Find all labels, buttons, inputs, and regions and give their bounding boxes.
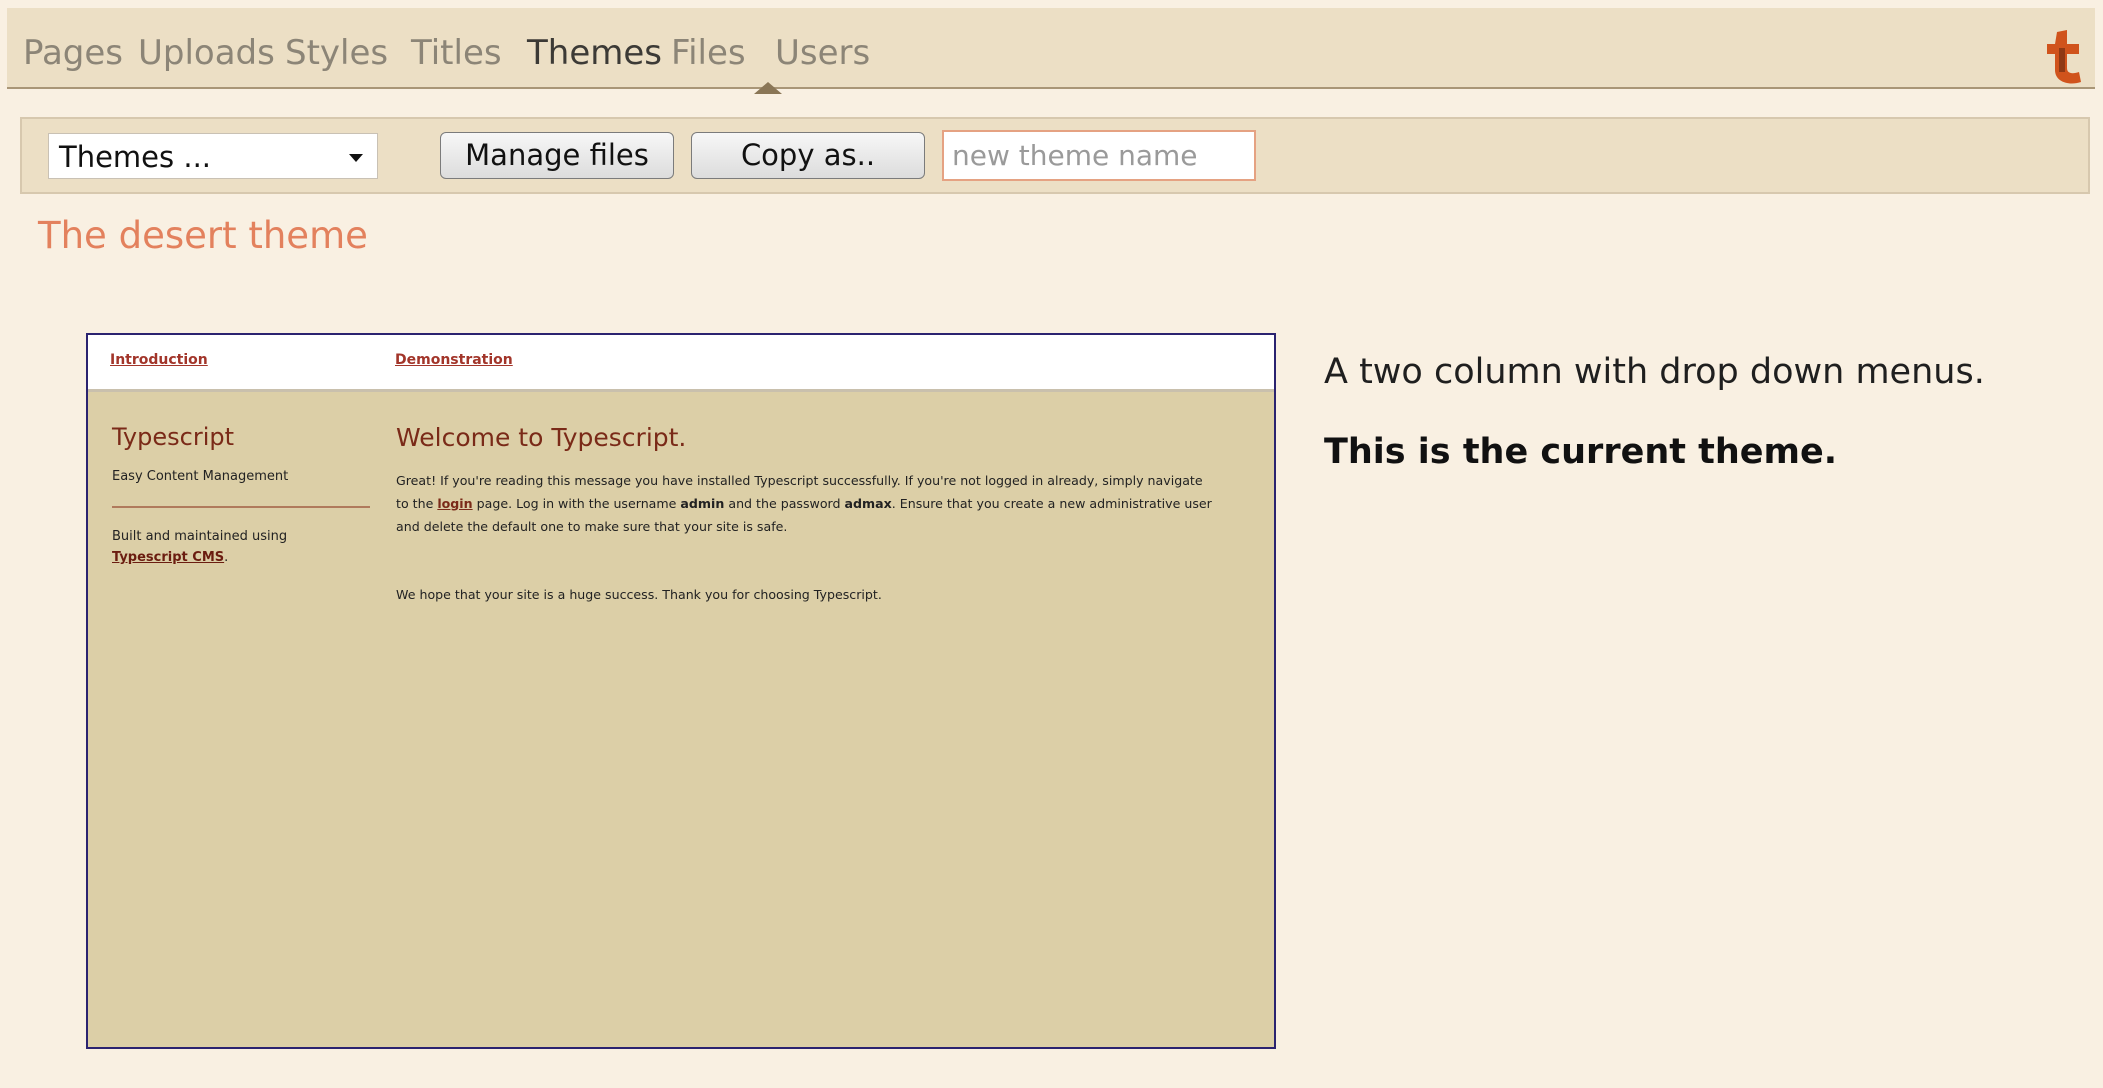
theme-toolbar: Themes ... Manage files Copy as.. [20, 117, 2090, 194]
tab-themes[interactable]: Themes [527, 33, 662, 73]
preview-nav: Introduction Demonstration [88, 335, 1274, 392]
preview-side-title: Typescript [112, 423, 235, 451]
preview-side-divider [112, 506, 370, 508]
typescript-logo-icon[interactable] [2043, 28, 2085, 84]
preview-p1-part2: page. Log in with the username [472, 496, 681, 511]
tab-files[interactable]: Files [671, 33, 746, 73]
tab-titles[interactable]: Titles [411, 33, 502, 73]
chevron-down-icon [349, 154, 363, 162]
current-theme-note: This is the current theme. [1324, 432, 1838, 472]
preview-username: admin [680, 496, 725, 511]
themes-select-value: Themes ... [59, 140, 212, 174]
preview-side-subtitle: Easy Content Management [112, 469, 289, 484]
preview-login-link: login [437, 496, 473, 511]
preview-nav-demonstration: Demonstration [395, 352, 513, 368]
preview-built-link: Typescript CMS [112, 550, 225, 565]
themes-select[interactable]: Themes ... [48, 133, 378, 179]
top-nav: Pages Uploads Styles Titles Themes Files… [7, 8, 2095, 94]
theme-heading: The desert theme [38, 214, 368, 257]
tab-uploads[interactable]: Uploads [138, 33, 275, 73]
new-theme-name-input[interactable] [942, 130, 1256, 181]
theme-preview-image: Introduction Demonstration Typescript Ea… [86, 333, 1276, 1049]
tab-pages[interactable]: Pages [23, 33, 123, 73]
preview-built-text: Built and maintained using [112, 529, 288, 544]
theme-description: A two column with drop down menus. [1324, 352, 1985, 392]
tab-users[interactable]: Users [775, 33, 870, 73]
active-tab-pointer-icon [754, 82, 782, 94]
preview-built-suffix: . [224, 550, 229, 565]
preview-password: admax [844, 496, 892, 511]
preview-main-title: Welcome to Typescript. [396, 423, 687, 452]
preview-side-built: Built and maintained using Typescript CM… [112, 526, 372, 568]
manage-files-button[interactable]: Manage files [440, 132, 674, 179]
preview-paragraph-1: Great! If you're reading this message yo… [396, 469, 1216, 538]
preview-nav-introduction: Introduction [110, 352, 208, 368]
preview-paragraph-2: We hope that your site is a huge success… [396, 587, 882, 602]
tab-styles[interactable]: Styles [285, 33, 388, 73]
preview-p1-part3: and the password [724, 496, 845, 511]
copy-as-button[interactable]: Copy as.. [691, 132, 925, 179]
